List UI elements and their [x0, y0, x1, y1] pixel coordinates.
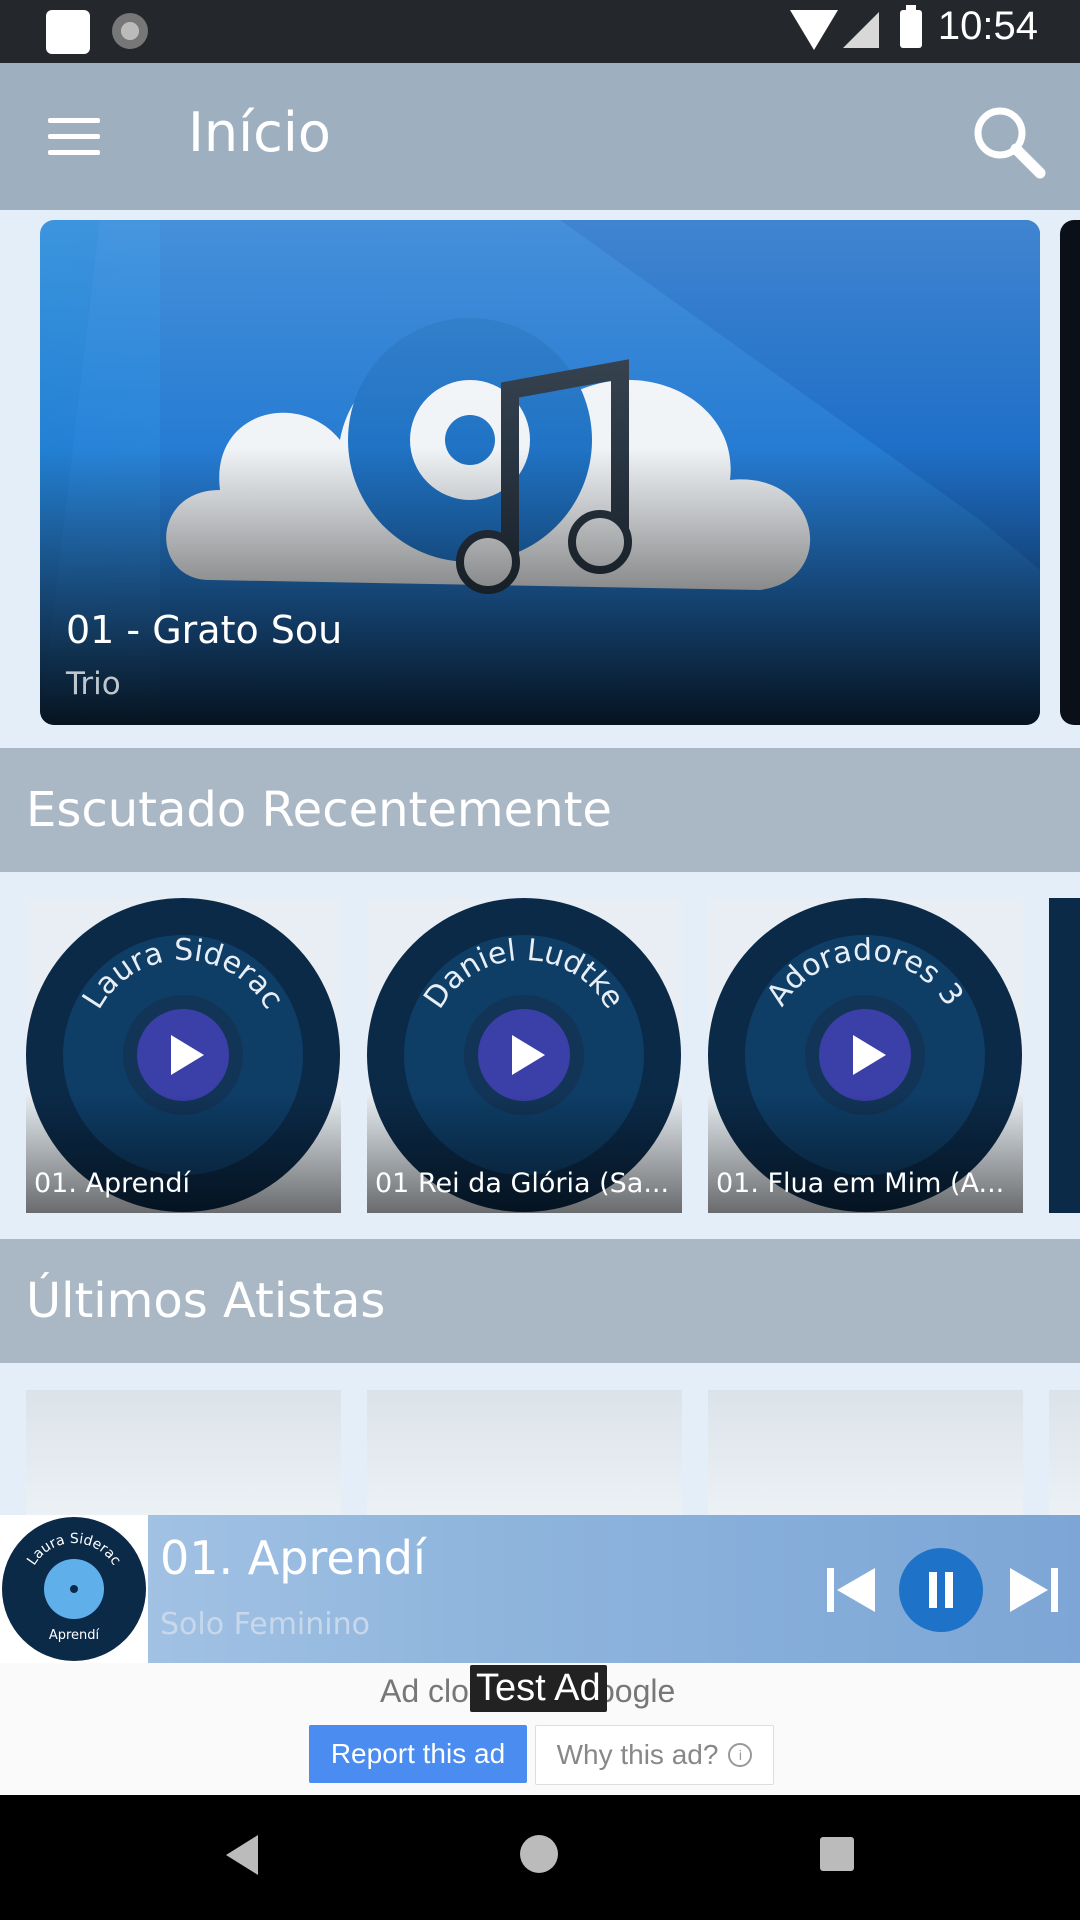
artists-section-title: Últimos Atistas — [26, 1273, 386, 1329]
artist-tile[interactable] — [708, 1390, 1023, 1525]
notification-icon — [46, 10, 90, 54]
system-nav-bar — [0, 1795, 1080, 1920]
recent-section-title: Escutado Recentemente — [26, 782, 612, 838]
recent-item-title: 01. Flua em Mim (A... — [716, 1168, 1005, 1199]
recent-apps-icon[interactable] — [820, 1837, 854, 1871]
next-icon[interactable] — [1008, 1565, 1060, 1615]
svg-text:Aprendí: Aprendí — [49, 1628, 100, 1643]
menu-icon[interactable] — [48, 118, 100, 156]
featured-subtitle: Trio — [66, 666, 121, 702]
next-featured-card[interactable] — [1060, 220, 1080, 725]
recent-item-peek[interactable] — [1049, 898, 1080, 1213]
now-playing-title: 01. Aprendí — [160, 1531, 426, 1585]
app-bar: Início — [0, 63, 1080, 210]
status-bar: 10:54 — [0, 0, 1080, 63]
previous-icon[interactable] — [825, 1565, 877, 1615]
recent-item[interactable]: Laura Siderac 01. Aprendí — [26, 898, 341, 1213]
featured-card[interactable]: 01 - Grato Sou Trio — [40, 220, 1040, 725]
now-playing-bar[interactable]: Laura Siderac Aprendí 01. Aprendí Solo F… — [0, 1515, 1080, 1663]
search-icon[interactable] — [970, 103, 1048, 181]
now-playing-subtitle: Solo Feminino — [160, 1607, 370, 1642]
ad-banner: Ad closed by Google Test Ad Report this … — [0, 1663, 1080, 1795]
test-ad-badge: Test Ad — [470, 1665, 607, 1712]
artist-tile[interactable] — [26, 1390, 341, 1525]
signal-icon — [843, 12, 879, 48]
recent-section-header: Escutado Recentemente — [0, 748, 1080, 872]
recent-item-title: 01. Aprendí — [34, 1168, 191, 1199]
recent-item[interactable]: Adoradores 3 01. Flua em Mim (A... — [708, 898, 1023, 1213]
why-this-ad-label: Why this ad? — [556, 1739, 719, 1770]
recent-item[interactable]: Daniel Ludtke 01 Rei da Glória (Sa... — [367, 898, 682, 1213]
artist-tile[interactable] — [1049, 1390, 1080, 1525]
sync-icon — [112, 13, 148, 49]
page-title: Início — [188, 101, 331, 164]
home-icon[interactable] — [520, 1835, 558, 1873]
report-ad-button[interactable]: Report this ad — [309, 1725, 527, 1783]
artists-section-header: Últimos Atistas — [0, 1239, 1080, 1363]
why-this-ad-button[interactable]: Why this ad? i — [535, 1725, 774, 1785]
featured-title: 01 - Grato Sou — [66, 608, 343, 652]
battery-icon — [900, 5, 922, 48]
artist-tile[interactable] — [367, 1390, 682, 1525]
recent-item-title: 01 Rei da Glória (Sa... — [375, 1168, 670, 1199]
pause-button[interactable] — [899, 1548, 983, 1632]
info-icon: i — [728, 1743, 753, 1767]
wifi-icon — [790, 10, 838, 50]
status-time: 10:54 — [937, 4, 1038, 48]
now-playing-art: Laura Siderac Aprendí — [0, 1515, 148, 1663]
back-icon[interactable] — [226, 1835, 258, 1875]
